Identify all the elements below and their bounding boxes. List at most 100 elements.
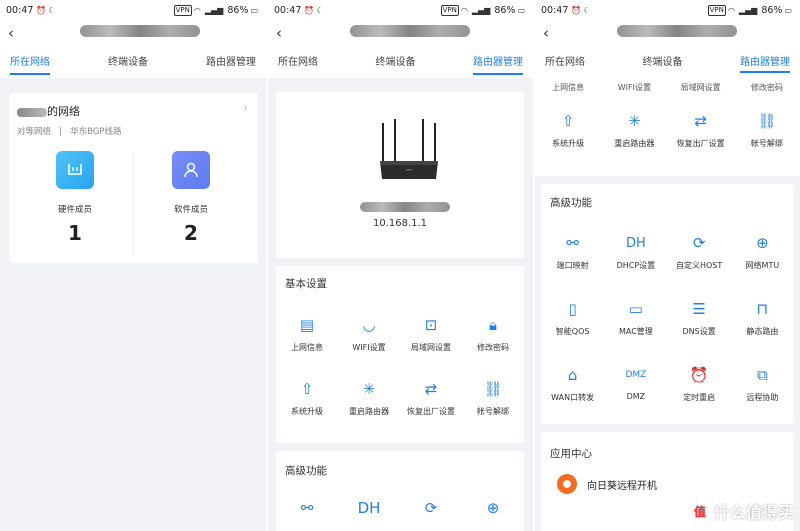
internet-info-item[interactable]: ▤ 上网信息 (276, 314, 338, 353)
moon-icon: ☾ (583, 5, 591, 15)
system-upgrade-item[interactable]: ⇧ 系统升级 (535, 110, 601, 149)
change-password-item[interactable]: 修改密码 (734, 76, 800, 93)
broken-link-icon: ⛓ (757, 112, 777, 130)
section-title: 基本设置 (285, 278, 327, 290)
sunlogin-app-item[interactable]: 向日葵远程开机 (557, 474, 657, 494)
software-members[interactable]: 软件成员 2 (131, 151, 251, 245)
swap-arrows-icon: ⇄ (424, 380, 438, 398)
custom-host-item[interactable]: ⟳ 自定义HOST (668, 232, 731, 271)
mtu-icon: ⊕ (486, 499, 500, 517)
share-nodes-icon: ⚯ (300, 499, 314, 517)
monitor-icon: ▭ (628, 300, 643, 318)
refresh-circle-icon: ⟳ (692, 234, 706, 252)
wifi-settings-item[interactable]: ◡ WIFI设置 (338, 314, 400, 353)
dmz-icon: DMZ (625, 370, 647, 380)
member-label: 软件成员 (173, 205, 208, 215)
signal-icon: ▂▄▆ (204, 5, 224, 15)
wan-forward-item[interactable]: ⌂ WAN口转发 (541, 364, 604, 403)
static-route-item[interactable]: ⊓ 静态路由 (731, 298, 794, 337)
tab-devices[interactable]: 终端设备 (643, 48, 683, 76)
tab-network[interactable]: 所在网络 (545, 48, 585, 76)
network-meta: 对等网络 | 华东BGP线路 (17, 127, 122, 137)
basic-settings-row-1: ▤ 上网信息 ◡ WIFI设置 ⊡ 局域网设置 🔒︎ 修改密码 (276, 314, 524, 353)
network-mtu-item[interactable]: ⊕ (462, 497, 524, 519)
scheduled-restart-item[interactable]: ⏰ 定时重启 (668, 364, 731, 403)
app-label: 向日葵远程开机 (587, 480, 657, 492)
lan-settings-item[interactable]: 局域网设置 (668, 76, 734, 93)
advanced-card: 高级功能 ⚯ 端口映射 DH DHCP设置 ⟳ 自定义HOST ⊕ 网络MTU ▯ 智能Q… (541, 184, 794, 424)
network-card[interactable]: 的网络 › 对等网络 | 华东BGP线路 硬件成员 1 软件成员 2 (9, 93, 258, 263)
system-upgrade-item[interactable]: ⇧ 系统升级 (276, 378, 338, 417)
remote-assist-item[interactable]: ⧉ 远程协助 (731, 364, 794, 403)
lan-settings-item[interactable]: ⊡ 局域网设置 (400, 314, 462, 353)
dns-settings-item[interactable]: ☰ DNS设置 (668, 298, 731, 337)
smart-qos-item[interactable]: ▯ 智能QOS (541, 298, 604, 337)
account-unbind-item[interactable]: ⛓ 帐号解绑 (462, 378, 524, 417)
status-bar: 00:47 ⏰ ☾ VPN ◠ ▂▄▆ 86% ▭ (268, 0, 533, 20)
battery-icon: ▭ (517, 5, 525, 15)
alarm-icon: ⏰ (36, 5, 47, 15)
restart-router-item[interactable]: ✳ 重启路由器 (338, 378, 400, 417)
internet-info-item[interactable]: 上网信息 (535, 76, 601, 93)
hardware-members[interactable]: 硬件成员 1 (15, 151, 135, 245)
wifi-icon: ◡ (362, 316, 376, 334)
swap-arrows-icon: ⇄ (694, 112, 707, 130)
router-image (380, 119, 438, 179)
section-title: 应用中心 (550, 448, 592, 460)
port-mapping-item[interactable]: ⚯ (276, 497, 338, 519)
member-count: 1 (68, 221, 82, 245)
mtu-icon: ⊕ (756, 234, 769, 252)
document-icon: ▤ (299, 316, 315, 334)
dhcp-settings-item[interactable]: DH (338, 497, 400, 519)
qos-icon: ▯ (568, 300, 577, 318)
network-mtu-item[interactable]: ⊕ 网络MTU (731, 232, 794, 271)
factory-reset-item[interactable]: ⇄ 恢复出厂设置 (400, 378, 462, 417)
lock-icon: 🔒︎ (489, 316, 497, 334)
watermark-badge: 值 (689, 501, 710, 521)
back-arrow-icon[interactable]: ‹ (8, 24, 14, 42)
status-bar: 00:47 ⏰ ☾ VPN ◠ ▂▄▆ 86% ▭ (535, 0, 800, 20)
tab-network[interactable]: 所在网络 (278, 48, 318, 78)
user-icon (172, 151, 210, 189)
advanced-row-1: ⚯ DH ⟳ ⊕ (276, 497, 524, 519)
tab-network[interactable]: 所在网络 (10, 48, 50, 78)
tab-router[interactable]: 路由器管理 (740, 48, 790, 76)
account-unbind-item[interactable]: ⛓ 帐号解绑 (734, 110, 800, 149)
change-password-item[interactable]: 🔒︎ 修改密码 (462, 314, 524, 353)
back-arrow-icon[interactable]: ‹ (543, 24, 549, 42)
header: ‹ (0, 20, 266, 48)
tab-devices[interactable]: 终端设备 (108, 48, 148, 78)
back-arrow-icon[interactable]: ‹ (276, 24, 282, 42)
vpn-badge: VPN (173, 4, 192, 16)
mac-management-item[interactable]: ▭ MAC管理 (604, 298, 667, 337)
factory-reset-item[interactable]: ⇄ 恢复出厂设置 (668, 110, 734, 149)
screenshot-collage: 00:47 ⏰ ☾ VPN ◠ ▂▄▆ 86% ▭ ‹ 所在网络 终端设备 路由… (0, 0, 800, 531)
wifi-settings-item[interactable]: WIFI设置 (601, 76, 667, 93)
port-mapping-item[interactable]: ⚯ 端口映射 (541, 232, 604, 271)
tab-devices[interactable]: 终端设备 (376, 48, 416, 78)
panel-router-scrolled: 上网信息 WIFI设置 局域网设置 修改密码 ⇧ 系统升级 ✳ 重启路由器 ⇄ 恢复出… (535, 0, 800, 531)
custom-host-item[interactable]: ⟳ (400, 497, 462, 519)
dmz-item[interactable]: DMZ DMZ (604, 364, 667, 403)
dhcp-settings-item[interactable]: DH DHCP设置 (604, 232, 667, 271)
battery-icon: ▭ (784, 5, 792, 15)
redacted-name (17, 107, 47, 117)
battery-level: 86% (227, 4, 249, 16)
battery-level: 86% (761, 4, 783, 16)
restart-router-item[interactable]: ✳ 重启路由器 (601, 110, 667, 149)
tab-bar: 所在网络 终端设备 路由器管理 (0, 48, 266, 78)
panel-network: 00:47 ⏰ ☾ VPN ◠ ▂▄▆ 86% ▭ ‹ 所在网络 终端设备 路由… (0, 0, 266, 531)
dhcp-icon: DH (357, 499, 381, 517)
redacted-title (350, 25, 470, 37)
vpn-badge: VPN (707, 4, 726, 16)
vpn-badge: VPN (440, 4, 459, 16)
basic-settings-card: 基本设置 ▤ 上网信息 ◡ WIFI设置 ⊡ 局域网设置 🔒︎ 修改密码 ⇧ 系统升级 ✳… (276, 266, 524, 443)
wifi-status-icon: ◠ (193, 5, 201, 15)
status-bar: 00:47 ⏰ ☾ VPN ◠ ▂▄▆ 86% ▭ (0, 0, 266, 20)
tab-router[interactable]: 路由器管理 (206, 48, 256, 78)
tab-router[interactable]: 路由器管理 (473, 48, 523, 78)
basic-settings-row-1-partial: 上网信息 WIFI设置 局域网设置 修改密码 (535, 76, 800, 93)
upgrade-arrow-icon: ⇧ (300, 380, 314, 398)
wifi-status-icon: ◠ (460, 5, 468, 15)
alarm-icon: ⏰ (571, 5, 582, 15)
